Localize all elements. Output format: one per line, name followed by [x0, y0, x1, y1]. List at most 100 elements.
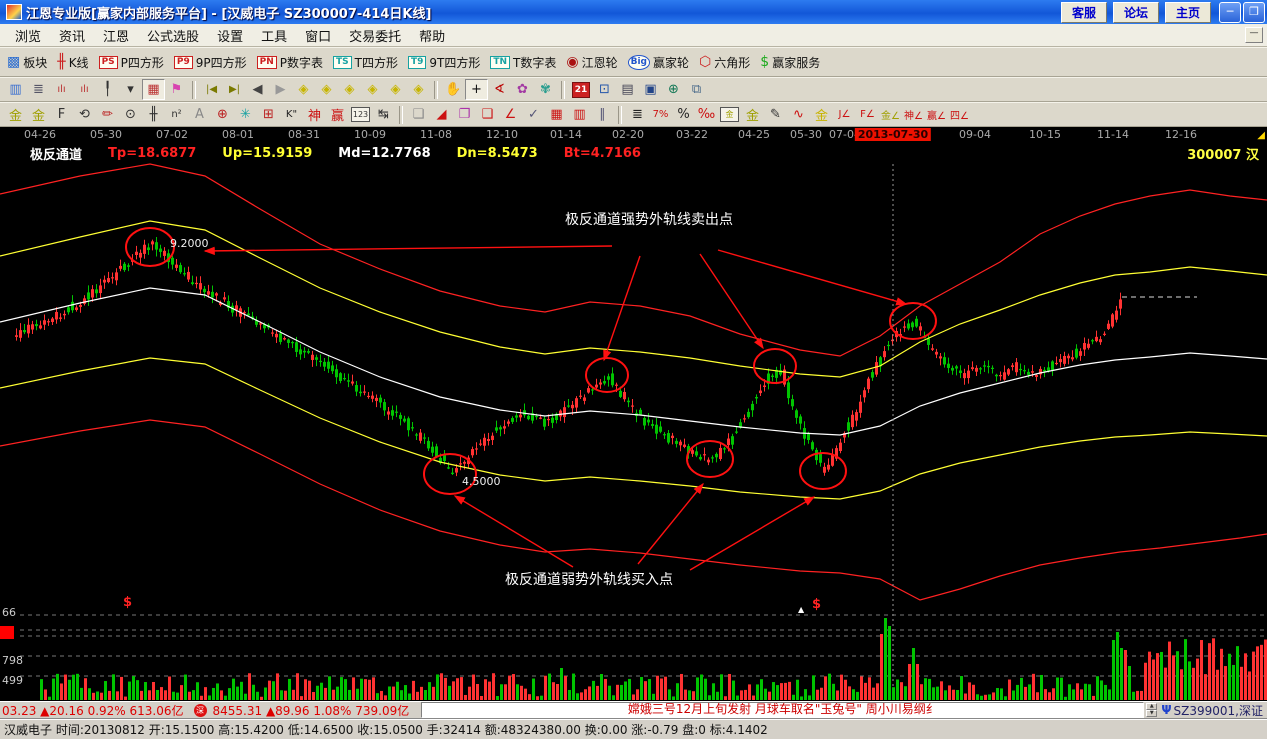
gann-pencil-icon[interactable]: ✏: [96, 104, 119, 125]
tool-four-angle-icon[interactable]: 四∠: [948, 104, 971, 125]
nav-first-icon[interactable]: |◀: [200, 79, 223, 100]
toolbar-t-square-button[interactable]: TST四方形: [330, 53, 401, 72]
dia-plus-icon[interactable]: ◈: [384, 79, 407, 100]
tool-gold-angle-icon[interactable]: 金∠: [879, 104, 902, 125]
draw-check-icon[interactable]: ✓: [522, 104, 545, 125]
dia-left-icon[interactable]: ◈: [292, 79, 315, 100]
calendar-icon[interactable]: 21: [572, 82, 590, 98]
web-export-icon[interactable]: ⊕: [662, 79, 685, 100]
gann-gold-grid-icon[interactable]: 金: [4, 104, 27, 125]
tool-pct-icon[interactable]: %: [672, 104, 695, 125]
save-icon[interactable]: ▣: [639, 79, 662, 100]
tool-gold-line-icon[interactable]: 金: [741, 104, 764, 125]
tool-f-angle-icon[interactable]: F∠: [856, 104, 879, 125]
toolbar-winner-service-button[interactable]: $赢家服务: [757, 53, 823, 72]
menu-资讯[interactable]: 资讯: [50, 24, 94, 47]
draw-fan-box-icon[interactable]: ❐: [453, 104, 476, 125]
draw-parallel-icon[interactable]: ∥: [591, 104, 614, 125]
gann-ruler-123-icon[interactable]: 123: [351, 107, 370, 122]
gann-shen-icon[interactable]: 神: [303, 104, 326, 125]
chart-panel[interactable]: ◢ 04-2605-3007-0208-0108-3110-0911-0812-…: [0, 127, 1267, 701]
candle-type-arrow-icon[interactable]: ▾: [119, 79, 142, 100]
dia-both-icon[interactable]: ◈: [338, 79, 361, 100]
menu-设置[interactable]: 设置: [208, 24, 252, 47]
quick-button-1[interactable]: 论坛: [1113, 2, 1159, 23]
tool-win-angle-icon[interactable]: 赢∠: [925, 104, 948, 125]
draw-grid-red-2-icon[interactable]: ▥: [568, 104, 591, 125]
menu-江恩[interactable]: 江恩: [94, 24, 138, 47]
draw-fan-box-red-icon[interactable]: ❑: [476, 104, 499, 125]
maximize-button[interactable]: ❐: [1243, 2, 1265, 23]
knot-tool-icon[interactable]: ✾: [534, 79, 557, 100]
gann-gold-grid-2-icon[interactable]: 金: [27, 104, 50, 125]
toolbar-gann-wheel-button[interactable]: ◉江恩轮: [563, 53, 620, 72]
menu-窗口[interactable]: 窗口: [296, 24, 340, 47]
gann-star-icon[interactable]: ✳: [234, 104, 257, 125]
nav-next-icon[interactable]: ▶: [269, 79, 292, 100]
pattern-grid-icon[interactable]: ▦: [142, 79, 165, 100]
spinner-down-icon[interactable]: ▼: [1146, 710, 1157, 717]
tool-j-angle-icon[interactable]: J∠: [833, 104, 856, 125]
toolbar-p-number-table-button[interactable]: PNP数字表: [254, 53, 326, 72]
nav-prev-icon[interactable]: ◀: [246, 79, 269, 100]
menu-帮助[interactable]: 帮助: [410, 24, 454, 47]
tool-pencil-2-icon[interactable]: ✎: [764, 104, 787, 125]
mini-chart-9-icon[interactable]: ılı: [73, 79, 96, 100]
tool-columns-icon[interactable]: ≣: [626, 104, 649, 125]
tool-7pct-icon[interactable]: 7%: [649, 104, 672, 125]
tool-gold-under-icon[interactable]: 金: [810, 104, 833, 125]
draw-box-icon[interactable]: ❏: [407, 104, 430, 125]
toolbar-winner-wheel-button[interactable]: Big赢家轮: [625, 53, 692, 72]
gann-f-grid-icon[interactable]: F: [50, 104, 73, 125]
tool-permille-icon[interactable]: ‰: [695, 104, 718, 125]
calculator-icon[interactable]: ⊡: [593, 79, 616, 100]
toolbar-p-square-button[interactable]: PSP四方形: [96, 53, 167, 72]
candle-type-icon[interactable]: ╿: [96, 79, 119, 100]
info-note-icon[interactable]: ≣: [27, 79, 50, 100]
nav-last-icon[interactable]: ▶|: [223, 79, 246, 100]
spinner-up-icon[interactable]: ▲: [1146, 703, 1157, 710]
gann-circle-icon[interactable]: ⊙: [119, 104, 142, 125]
news-scroll-spinner[interactable]: ▲ ▼: [1146, 703, 1157, 717]
crosshair-tool-icon[interactable]: +: [465, 79, 488, 100]
mdi-minimize-button[interactable]: —: [1245, 27, 1263, 43]
hand-tool-icon[interactable]: ✋: [442, 79, 465, 100]
tool-wave-icon[interactable]: ∿: [787, 104, 810, 125]
minimize-button[interactable]: ─: [1219, 2, 1241, 23]
tool-gold-circle-icon[interactable]: 金: [720, 107, 739, 122]
gann-k-mark-icon[interactable]: K": [280, 104, 303, 125]
mini-chart-3-icon[interactable]: ılı: [50, 79, 73, 100]
menu-工具[interactable]: 工具: [252, 24, 296, 47]
color-flag-icon[interactable]: ⚑: [165, 79, 188, 100]
angle-tool-icon[interactable]: ∢: [488, 79, 511, 100]
send-pc-icon[interactable]: ⧉: [685, 79, 708, 100]
mini-board-icon[interactable]: ▥: [4, 79, 27, 100]
toolbar-hexagon-button[interactable]: ⬡六角形: [696, 53, 753, 72]
toolbar-t9-square-button[interactable]: T99T四方形: [405, 53, 483, 72]
gann-win-icon[interactable]: 赢: [326, 104, 349, 125]
tool-shen-angle-icon[interactable]: 神∠: [902, 104, 925, 125]
draw-grid-red-icon[interactable]: ▦: [545, 104, 568, 125]
gann-n2-icon[interactable]: n²: [165, 104, 188, 125]
menu-浏览[interactable]: 浏览: [6, 24, 50, 47]
dia-full-icon[interactable]: ◈: [407, 79, 430, 100]
quick-button-2[interactable]: 主页: [1165, 2, 1211, 23]
gann-comb-icon[interactable]: ╫: [142, 104, 165, 125]
dia-compress-icon[interactable]: ◈: [361, 79, 384, 100]
gann-circle-cross-icon[interactable]: ⊕: [211, 104, 234, 125]
quick-button-0[interactable]: 客服: [1061, 2, 1107, 23]
toolbar-kline-button[interactable]: ╫K线: [54, 53, 91, 72]
dia-right-icon[interactable]: ◈: [315, 79, 338, 100]
gann-width-icon[interactable]: ↹: [372, 104, 395, 125]
menu-公式选股[interactable]: 公式选股: [138, 24, 208, 47]
menu-交易委托[interactable]: 交易委托: [340, 24, 410, 47]
gann-grid-target-icon[interactable]: ⊞: [257, 104, 280, 125]
toolbar-t-number-table-button[interactable]: TNT数字表: [487, 53, 559, 72]
gann-spiral-icon[interactable]: ⟲: [73, 104, 96, 125]
flower-tool-icon[interactable]: ✿: [511, 79, 534, 100]
toolbar-sectors-button[interactable]: ▩板块: [4, 53, 50, 72]
notepad-icon[interactable]: ▤: [616, 79, 639, 100]
toolbar-p9-square-button[interactable]: P99P四方形: [171, 53, 250, 72]
draw-angle-icon[interactable]: ∠: [499, 104, 522, 125]
draw-fan-icon[interactable]: ◢: [430, 104, 453, 125]
